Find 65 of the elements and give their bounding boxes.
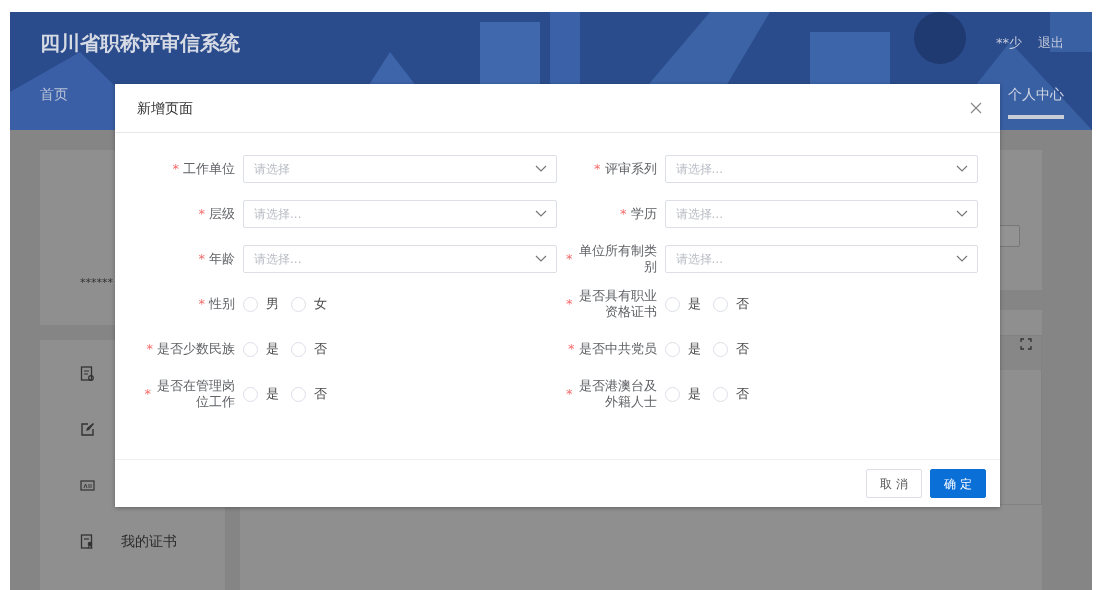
chevron-down-icon (956, 165, 968, 173)
confirm-button[interactable]: 确 定 (930, 469, 986, 498)
sidebar-item[interactable]: 我的证书 (121, 531, 177, 552)
field-label: 单位所有制类别 (577, 242, 657, 276)
select-field[interactable]: 请选择... (243, 245, 557, 273)
radio-option[interactable]: 是 (664, 339, 701, 359)
required-mark: * (566, 385, 573, 404)
field-label: 性别 (209, 295, 235, 313)
radio-option[interactable]: 否 (712, 339, 749, 359)
logout-link[interactable]: 退出 (1038, 33, 1064, 53)
radio-option[interactable]: 是 (243, 384, 279, 404)
radio-option[interactable]: 是 (664, 294, 701, 314)
required-mark: * (568, 340, 575, 359)
select-field[interactable]: 请选择 (243, 155, 557, 183)
required-mark: * (566, 250, 573, 269)
field-label: 是否在管理岗位工作 (156, 377, 235, 411)
select-field[interactable]: 请选择... (664, 245, 978, 273)
required-mark: * (198, 205, 205, 224)
nav-tab[interactable]: 个人中心 (1008, 84, 1064, 119)
field-label: 是否具有职业资格证书 (577, 287, 657, 321)
field-label: 是否港澳台及外籍人士 (577, 377, 657, 411)
chevron-down-icon (956, 210, 968, 218)
required-mark: * (620, 205, 627, 224)
radio-option[interactable]: 女 (291, 294, 327, 314)
select-field[interactable]: 请选择... (243, 200, 557, 228)
field-label: 年龄 (209, 250, 235, 268)
chevron-down-icon (534, 255, 547, 263)
required-mark: * (146, 340, 153, 359)
nav-tab[interactable]: 首页 (40, 84, 68, 119)
close-icon (970, 102, 982, 114)
close-button[interactable] (968, 100, 984, 116)
edit-icon[interactable] (80, 422, 95, 438)
field-label: 工作单位 (183, 160, 235, 178)
certificate-icon[interactable] (80, 534, 95, 550)
select-field[interactable]: 请选择... (664, 200, 978, 228)
select-field[interactable]: 请选择... (664, 155, 978, 183)
id-card-icon[interactable] (80, 478, 95, 494)
required-mark: * (198, 295, 205, 314)
site-title: 四川省职称评审信系统 (40, 30, 240, 57)
required-mark: * (566, 295, 573, 314)
dialog-title: 新增页面 (137, 98, 193, 118)
required-mark: * (172, 160, 179, 179)
radio-option[interactable]: 男 (243, 294, 279, 314)
user-name: **少 (996, 34, 1022, 53)
chevron-down-icon (534, 165, 547, 173)
field-label: 层级 (209, 205, 235, 223)
radio-option[interactable]: 否 (712, 384, 749, 404)
field-label: 学历 (630, 205, 657, 223)
field-label: 是否少数民族 (157, 340, 235, 358)
chevron-down-icon (956, 255, 968, 263)
masked-name: ****** (80, 276, 113, 289)
radio-option[interactable]: 否 (712, 294, 749, 314)
chevron-down-icon (534, 210, 547, 218)
cancel-button[interactable]: 取 消 (866, 469, 923, 498)
field-label: 是否中共党员 (578, 340, 657, 358)
radio-option[interactable]: 否 (291, 339, 327, 359)
document-icon[interactable] (80, 366, 95, 382)
required-mark: * (594, 160, 601, 179)
radio-option[interactable]: 是 (664, 384, 701, 404)
field-label: 评审系列 (604, 160, 657, 178)
required-mark: * (198, 250, 205, 269)
radio-option[interactable]: 否 (291, 384, 327, 404)
radio-option[interactable]: 是 (243, 339, 279, 359)
required-mark: * (144, 385, 151, 404)
fullscreen-icon[interactable] (1020, 338, 1032, 350)
